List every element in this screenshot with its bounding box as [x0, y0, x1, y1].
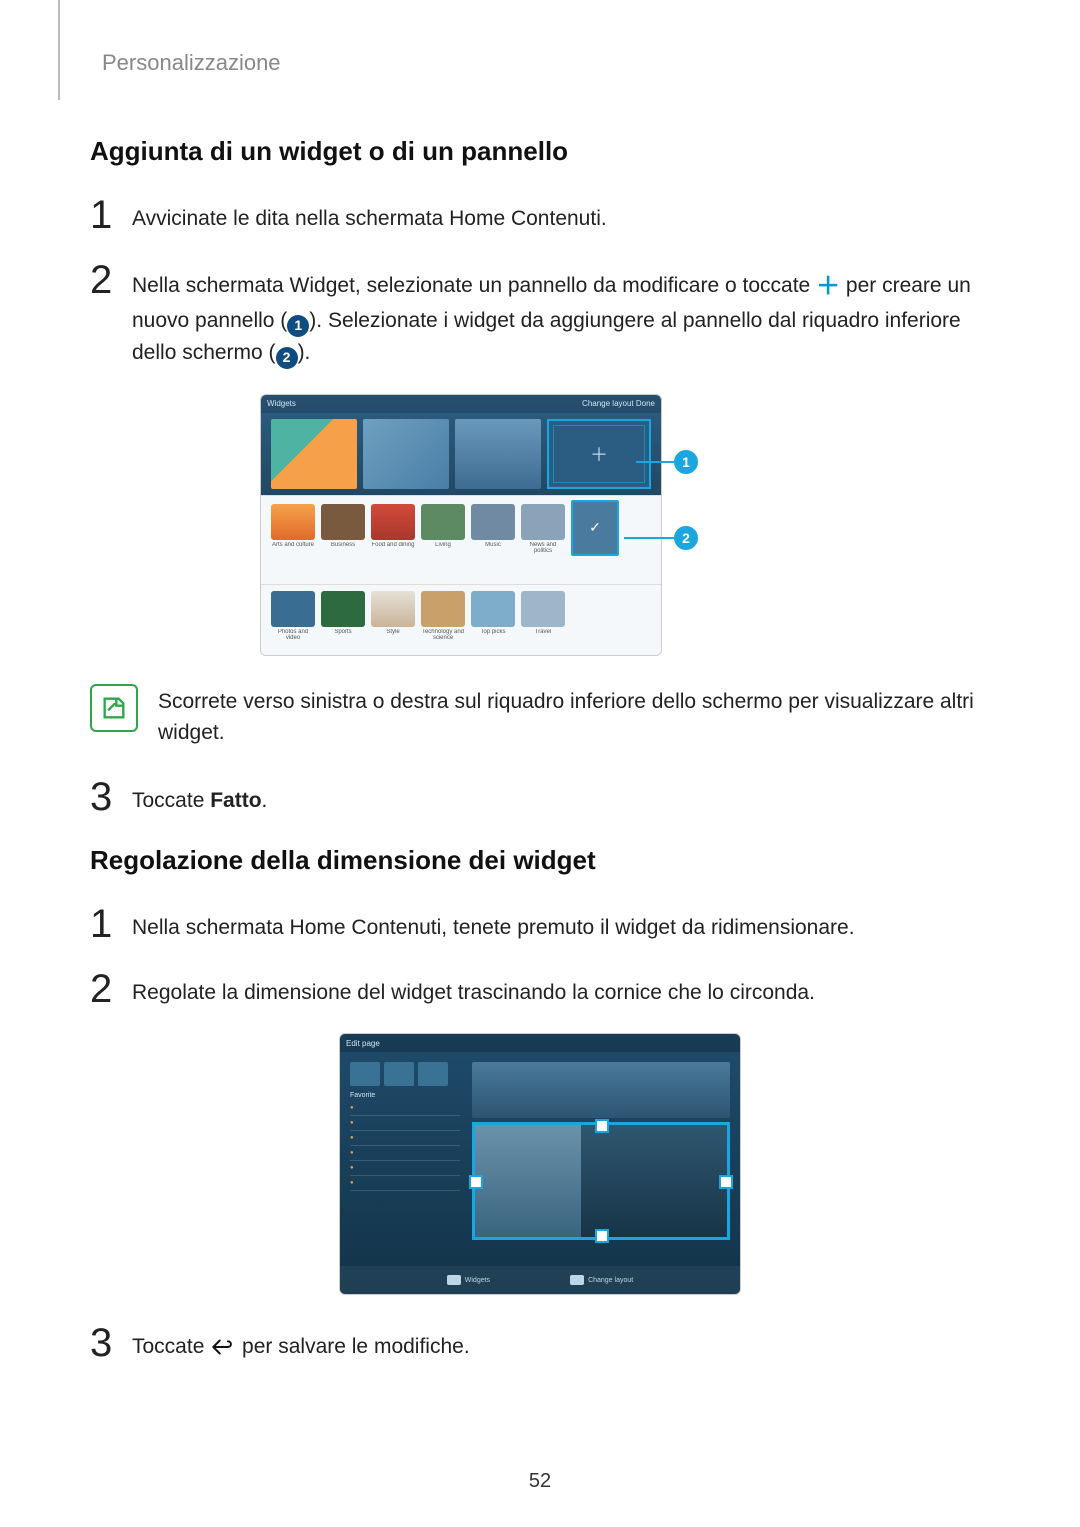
device2-main	[472, 1062, 730, 1260]
device2-sidebar: Favorite	[350, 1062, 460, 1191]
widget-label: News and politics	[521, 542, 565, 556]
text-fragment: Toccate	[132, 1335, 210, 1358]
device2-bottombar: Widgets Change layout	[340, 1266, 740, 1294]
panel-card	[455, 419, 541, 489]
page-number: 52	[0, 1470, 1080, 1493]
plus-icon: ＋	[816, 273, 840, 300]
step-number: 3	[90, 777, 132, 817]
sidebar-line	[350, 1131, 460, 1146]
widget-selected	[571, 500, 619, 556]
step-b1: 1 Nella schermata Home Contenuti, tenete…	[90, 904, 990, 945]
widget-label: Style	[371, 629, 415, 643]
note-block: Scorrete verso sinistra o destra sul riq…	[90, 684, 990, 749]
widget-label: Travel	[521, 629, 565, 643]
device-screenshot-1: Widgets Change layout Done ＋ Arts and cu…	[260, 394, 662, 656]
resize-handle-top	[595, 1119, 609, 1133]
step-number: 2	[90, 969, 132, 1009]
bottombar-icon	[570, 1275, 584, 1285]
device-top-area: Widgets Change layout Done ＋	[261, 395, 661, 495]
hero-tile	[472, 1062, 730, 1118]
callout-line-2: 2	[624, 526, 698, 550]
widget-label: Living	[421, 542, 465, 556]
widget-label: Sports	[321, 629, 365, 643]
widget-label: Business	[321, 542, 365, 556]
step-number: 1	[90, 904, 132, 944]
figure-2-wrap: Edit page Favorite	[90, 1033, 990, 1295]
step-text: Toccate Fatto.	[132, 777, 990, 818]
bottombar-icon	[447, 1275, 461, 1285]
d2-topbar-left: Edit page	[346, 1039, 380, 1048]
resize-frame	[472, 1122, 730, 1240]
step-b3: 3 Toccate per salvare le modifiche.	[90, 1323, 990, 1368]
step-a2: 2 Nella schermata Widget, selezionate un…	[90, 260, 990, 370]
widget-label: Technology and science	[421, 629, 465, 643]
step-text: Avvicinate le dita nella schermata Home …	[132, 195, 990, 236]
section-title-resize-widget: Regolazione della dimensione dei widget	[90, 845, 990, 876]
step-number: 2	[90, 260, 132, 300]
sidebar-tile	[350, 1062, 380, 1086]
panel-card	[271, 419, 357, 489]
step-b2: 2 Regolate la dimensione del widget tras…	[90, 969, 990, 1010]
step-text: Toccate per salvare le modifiche.	[132, 1323, 990, 1368]
figure-1-wrap: Widgets Change layout Done ＋ Arts and cu…	[90, 394, 990, 656]
sidebar-line	[350, 1176, 460, 1191]
callout-badge-2: 2	[276, 347, 298, 369]
widget-label: Arts and culture	[271, 542, 315, 556]
panel-card	[363, 419, 449, 489]
panel-row: ＋	[271, 419, 651, 489]
sidebar-line	[350, 1101, 460, 1116]
device-screenshot-2: Edit page Favorite	[339, 1033, 741, 1295]
device2-topbar: Edit page	[340, 1034, 740, 1052]
breadcrumb: Personalizzazione	[102, 50, 990, 76]
sidebar-line	[350, 1146, 460, 1161]
note-text: Scorrete verso sinistra o destra sul riq…	[158, 684, 990, 749]
widget-row-1: Arts and culture Business Food and dinin…	[261, 495, 661, 585]
step-text: Nella schermata Widget, selezionate un p…	[132, 260, 990, 370]
bottombar-label-left: Widgets	[465, 1277, 490, 1284]
callout-dot-1: 1	[674, 450, 698, 474]
topbar-right-label: Change layout Done	[582, 399, 655, 408]
sidebar-header: Favorite	[350, 1092, 460, 1099]
widget-label: Photos and video	[271, 629, 315, 643]
back-arrow-icon	[210, 1335, 236, 1368]
manual-page: Personalizzazione Aggiunta di un widget …	[0, 0, 1080, 1527]
device-topbar: Widgets Change layout Done	[261, 395, 661, 413]
step-text: Nella schermata Home Contenuti, tenete p…	[132, 904, 990, 945]
section-title-add-widget: Aggiunta di un widget o di un pannello	[90, 136, 990, 167]
bold-fatto: Fatto	[210, 789, 261, 812]
note-icon	[90, 684, 138, 732]
step-text: Regolate la dimensione del widget trasci…	[132, 969, 990, 1010]
sidebar-line	[350, 1161, 460, 1176]
widget-label: Food and dining	[371, 542, 415, 556]
text-fragment: per salvare le modifiche.	[236, 1335, 469, 1358]
resize-handle-left	[469, 1175, 483, 1189]
step-number: 1	[90, 195, 132, 235]
text-fragment: Nella schermata Widget, selezionate un p…	[132, 274, 816, 297]
step-a1: 1 Avvicinate le dita nella schermata Hom…	[90, 195, 990, 236]
resize-handle-bottom	[595, 1229, 609, 1243]
header-rule	[58, 0, 60, 100]
widget-label: Music	[471, 542, 515, 556]
widget-label: Top picks	[471, 629, 515, 643]
callout-line-1: 1	[636, 450, 698, 474]
callout-dot-2: 2	[674, 526, 698, 550]
resize-handle-right	[719, 1175, 733, 1189]
text-fragment: .	[262, 789, 268, 812]
bottombar-label-right: Change layout	[588, 1277, 633, 1284]
sidebar-line	[350, 1116, 460, 1131]
widget-row-2: Photos and video Sports Style Technology…	[261, 585, 661, 656]
text-fragment: Toccate	[132, 789, 210, 812]
figure-1: Widgets Change layout Done ＋ Arts and cu…	[260, 394, 820, 656]
text-fragment: ).	[298, 341, 311, 364]
topbar-left-label: Widgets	[267, 399, 296, 408]
sidebar-tile	[418, 1062, 448, 1086]
step-number: 3	[90, 1323, 132, 1363]
callout-badge-1: 1	[287, 315, 309, 337]
step-a3: 3 Toccate Fatto.	[90, 777, 990, 818]
sidebar-tile	[384, 1062, 414, 1086]
